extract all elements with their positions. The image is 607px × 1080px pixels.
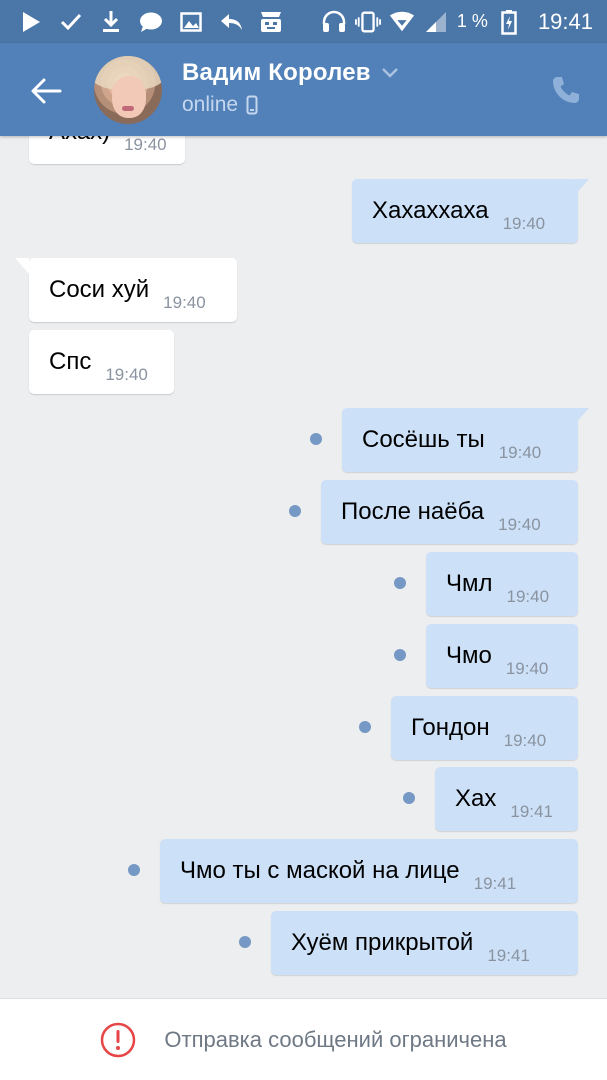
unread-indicator <box>394 577 406 589</box>
unread-indicator <box>289 505 301 517</box>
message-incoming[interactable]: Ахах) 19:40 <box>29 136 185 164</box>
reply-icon <box>218 9 244 35</box>
message-outgoing[interactable]: Хахаххаха 19:40 <box>352 179 589 243</box>
message-outgoing[interactable]: Гондон 19:40 <box>391 696 578 760</box>
robot-icon <box>258 9 284 35</box>
message-text: Хах <box>455 785 497 812</box>
chevron-down-icon <box>381 67 399 79</box>
message-time: 19:40 <box>124 136 167 154</box>
message-text: После наёба <box>341 498 485 525</box>
message-text: Спс <box>49 348 92 375</box>
message-incoming[interactable]: Соси хуй 19:40 <box>15 258 237 322</box>
chat-bubble-icon <box>138 9 164 35</box>
back-button[interactable] <box>26 71 66 111</box>
message-time: 19:40 <box>503 731 547 750</box>
chat-header: Вадим Королев online <box>0 43 607 136</box>
unread-indicator <box>403 792 415 804</box>
headset-icon <box>321 9 347 35</box>
message-list[interactable]: Ахах) 19:40 Хахаххаха 19:40 Соси хуй 19:… <box>0 136 607 1000</box>
message-time: 19:40 <box>505 659 549 678</box>
contact-name: Вадим Королев <box>182 59 371 86</box>
message-outgoing[interactable]: Чмо ты с маской на лице 19:41 <box>160 839 578 903</box>
status-time: 19:41 <box>537 8 593 34</box>
unread-indicator <box>128 864 140 876</box>
message-outgoing[interactable]: Хах 19:41 <box>435 767 578 831</box>
message-time: 19:40 <box>506 587 550 606</box>
unread-indicator <box>394 649 406 661</box>
arrow-left-icon <box>31 78 62 104</box>
vibrate-icon <box>354 9 381 35</box>
status-bar: 1 % 19:41 <box>0 0 607 43</box>
message-text: Хахаххаха <box>372 197 489 224</box>
message-text: Сосёшь ты <box>362 426 485 453</box>
message-outgoing[interactable]: Чмл 19:40 <box>426 552 578 616</box>
message-outgoing[interactable]: Хуём прикрытой 19:41 <box>271 911 578 975</box>
battery-icon <box>496 9 522 35</box>
message-text: Чмо <box>446 642 492 669</box>
contact-status-row: online <box>182 93 258 117</box>
wifi-icon <box>389 9 415 35</box>
message-outgoing[interactable]: Чмо 19:40 <box>426 624 578 688</box>
message-text: Соси хуй <box>49 276 150 303</box>
call-button[interactable] <box>549 73 583 107</box>
message-time: 19:40 <box>163 293 206 312</box>
message-incoming[interactable]: Спс 19:40 <box>29 330 174 394</box>
unread-indicator <box>359 721 371 733</box>
status-bar-notifications <box>18 9 298 35</box>
contact-status: online <box>182 93 239 116</box>
image-icon <box>178 9 204 35</box>
message-text: Чмл <box>446 570 493 597</box>
message-text: Гондон <box>411 714 490 741</box>
message-time: 19:40 <box>105 365 148 384</box>
message-time: 19:40 <box>498 443 542 462</box>
signal-icon <box>423 9 449 35</box>
check-icon <box>58 9 84 35</box>
play-icon <box>18 9 44 35</box>
message-time: 19:40 <box>498 515 541 534</box>
unread-indicator <box>239 936 251 948</box>
error-icon <box>100 1022 136 1058</box>
message-time: 19:41 <box>487 946 530 965</box>
message-outgoing[interactable]: После наёба 19:40 <box>321 480 578 544</box>
mobile-icon <box>246 95 258 115</box>
message-time: 19:40 <box>502 214 546 233</box>
message-text: Чмо ты с маской на лице <box>180 857 460 884</box>
avatar[interactable] <box>94 56 162 124</box>
message-text: Ахах) <box>49 136 110 146</box>
message-outgoing[interactable]: Сосёшь ты 19:40 <box>342 408 589 472</box>
battery-percent: 1 % <box>456 11 488 31</box>
status-bar-system: 1 % 19:41 <box>321 9 593 35</box>
message-time: 19:41 <box>510 802 553 821</box>
contact-name-row[interactable]: Вадим Королев <box>182 59 399 87</box>
messaging-restricted-bar: Отправка сообщений ограничена <box>0 998 607 1080</box>
restriction-notice: Отправка сообщений ограничена <box>164 1026 507 1052</box>
phone-icon <box>553 77 579 103</box>
unread-indicator <box>310 433 322 445</box>
download-icon <box>98 9 124 35</box>
message-time: 19:41 <box>473 874 517 893</box>
message-text: Хуём прикрытой <box>291 929 474 956</box>
